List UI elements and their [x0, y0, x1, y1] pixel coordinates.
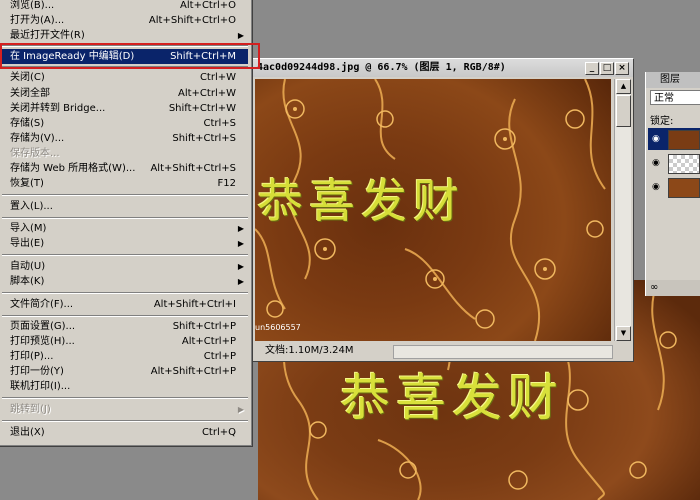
horizontal-scrollbar[interactable]: [393, 345, 613, 359]
eye-icon[interactable]: ◉: [652, 158, 660, 168]
close-button[interactable]: ×: [615, 62, 629, 75]
menu-item-open-as[interactable]: 打开为(A)... Alt+Shift+Ctrl+O: [0, 13, 248, 28]
minimize-button[interactable]: _: [585, 62, 599, 75]
menu-separator: [2, 420, 248, 422]
menu-separator: [2, 254, 248, 256]
document-canvas[interactable]: 恭喜发财 un5606557: [255, 79, 611, 341]
layers-panel: 图层 正常 锁定: ◉ ◉ ◉ ∞: [645, 72, 700, 296]
document-titlebar[interactable]: 4ac0d09244d98.jpg @ 66.7% (图层 1, RGB/8#): [253, 59, 633, 77]
menu-item-close[interactable]: 关闭(C) Ctrl+W: [0, 70, 248, 85]
layer-thumbnail: [668, 154, 700, 174]
menu-item-place[interactable]: 置入(L)...: [0, 199, 248, 214]
menu-item-jump-to: 跳转到(J) ▶: [10, 404, 244, 415]
menu-item-revert[interactable]: 恢复(T) F12: [0, 176, 248, 191]
menu-item-print-one-copy[interactable]: 打印一份(Y) Alt+Shift+Ctrl+P: [0, 364, 248, 379]
layer-thumbnail: [668, 178, 700, 198]
menu-separator: [2, 315, 248, 317]
layer-row[interactable]: ◉: [648, 176, 700, 198]
menu-item-import[interactable]: 导入(M) ▶: [0, 221, 248, 236]
menu-separator: [2, 217, 248, 219]
menu-separator: [2, 292, 248, 294]
canvas-title-text: 恭喜发财: [257, 174, 465, 228]
layer-thumbnail: [668, 130, 700, 150]
menu-item-print[interactable]: 打印(P)... Ctrl+P: [0, 349, 248, 364]
canvas-title-text: 恭喜发财: [340, 369, 564, 427]
menu-item-save-for-web[interactable]: 存储为 Web 所用格式(W)... Alt+Shift+Ctrl+S: [0, 161, 248, 176]
menu-item-exit[interactable]: 退出(X) Ctrl+Q: [0, 425, 248, 440]
layers-panel-footer: ∞: [646, 280, 700, 296]
scroll-thumb[interactable]: [616, 95, 631, 127]
vertical-scrollbar[interactable]: ▲ ▼: [614, 79, 631, 341]
menu-item-save-as[interactable]: 存储为(V)... Shift+Ctrl+S: [0, 131, 248, 146]
menu-item-browse[interactable]: 浏览(B)... Alt+Ctrl+O: [0, 0, 248, 13]
layer-row[interactable]: ◉: [648, 152, 700, 174]
menu-item-export[interactable]: 导出(E) ▶: [0, 236, 248, 251]
document-title: 4ac0d09244d98.jpg @ 66.7% (图层 1, RGB/8#): [257, 62, 506, 73]
menu-item-save[interactable]: 存储(S) Ctrl+S: [0, 116, 248, 131]
eye-icon[interactable]: ◉: [652, 134, 660, 144]
submenu-arrow-icon: ▶: [237, 31, 244, 40]
menu-item-scripts[interactable]: 脚本(K) ▶: [0, 274, 248, 289]
menu-item-page-setup[interactable]: 页面设置(G)... Shift+Ctrl+P: [0, 319, 248, 334]
submenu-arrow-icon: ▶: [237, 224, 244, 233]
menu-item-close-and-go-to-bridge[interactable]: 关闭并转到 Bridge... Shift+Ctrl+W: [0, 101, 248, 116]
layers-tab-label: 图层: [660, 74, 680, 85]
file-menu: 浏览(B)... Alt+Ctrl+O 打开为(A)... Alt+Shift+Ct…: [0, 0, 253, 447]
blend-mode-select[interactable]: 正常: [650, 90, 700, 105]
maximize-button[interactable]: □: [600, 62, 614, 75]
document-window: 4ac0d09244d98.jpg @ 66.7% (图层 1, RGB/8#)…: [252, 58, 634, 362]
submenu-arrow-icon: ▶: [237, 277, 244, 286]
workspace: 恭喜发财 4ac0d09244d98.jpg @ 66.7% (图层 1, RG…: [0, 0, 700, 500]
menu-item-save-version: 保存版本...: [10, 148, 60, 159]
menu-separator: [2, 66, 248, 68]
menu-item-edit-in-imageready[interactable]: 在 ImageReady 中编辑(D) Shift+Ctrl+M: [0, 49, 248, 64]
canvas-watermark-tag: un5606557: [255, 323, 301, 332]
document-size-status[interactable]: 文档:1.10M/3.24M: [265, 345, 354, 356]
scroll-up-icon[interactable]: ▲: [616, 79, 631, 94]
menu-item-file-info[interactable]: 文件简介(F)... Alt+Shift+Ctrl+I: [0, 297, 248, 312]
document-status-bar: 文档:1.10M/3.24M: [255, 343, 613, 359]
menu-separator: [2, 397, 248, 399]
menu-item-print-online[interactable]: 联机打印(I)...: [0, 379, 248, 394]
menu-item-close-all[interactable]: 关闭全部 Alt+Ctrl+W: [0, 86, 248, 101]
tab-layers[interactable]: 图层: [646, 72, 700, 88]
menu-separator: [2, 194, 248, 196]
lock-label: 锁定:: [650, 116, 674, 127]
link-icon[interactable]: ∞: [650, 282, 658, 293]
submenu-arrow-icon: ▶: [237, 262, 244, 271]
eye-icon[interactable]: ◉: [652, 182, 660, 192]
scroll-down-icon[interactable]: ▼: [616, 326, 631, 341]
submenu-arrow-icon: ▶: [237, 405, 244, 414]
menu-item-open-recent[interactable]: 最近打开文件(R) ▶: [0, 28, 248, 43]
menu-item-automate[interactable]: 自动(U) ▶: [0, 259, 248, 274]
menu-item-print-preview[interactable]: 打印预览(H)... Alt+Ctrl+P: [0, 334, 248, 349]
layer-row[interactable]: ◉: [648, 128, 700, 150]
menu-separator: [2, 45, 248, 47]
submenu-arrow-icon: ▶: [237, 239, 244, 248]
